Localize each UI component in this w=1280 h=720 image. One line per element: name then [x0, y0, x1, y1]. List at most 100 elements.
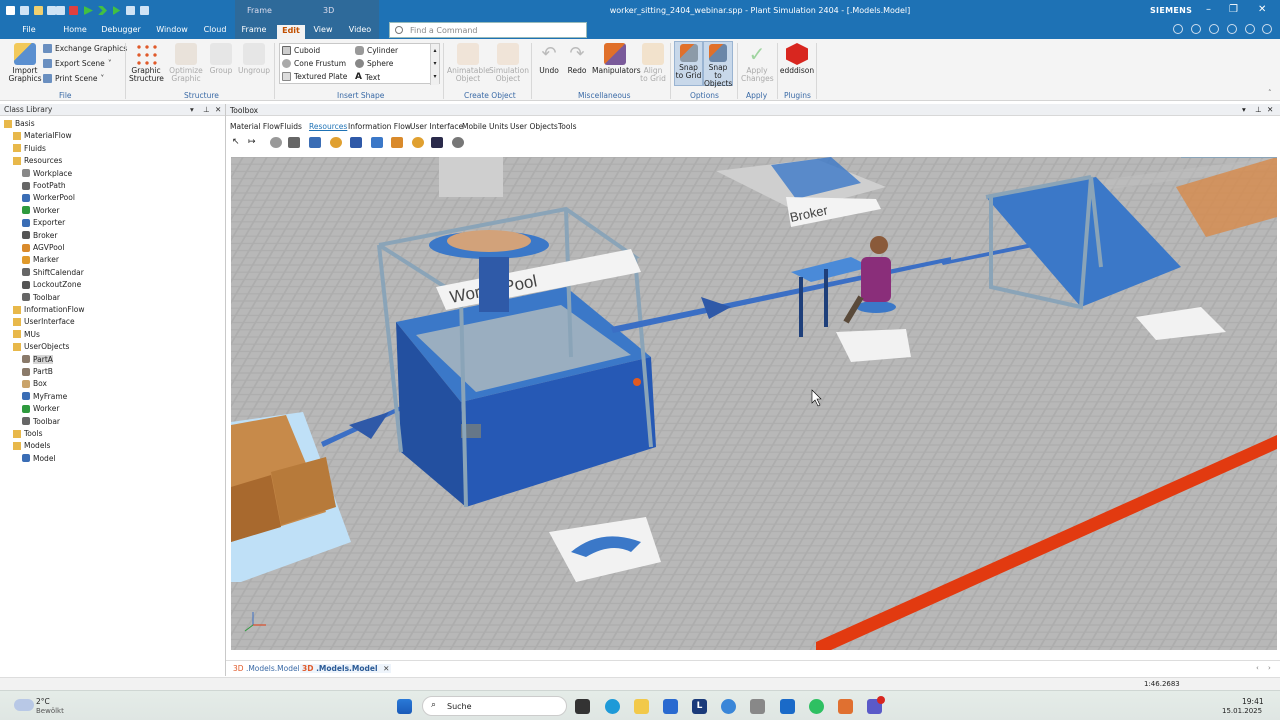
workplace-icon[interactable]: [270, 137, 282, 148]
tab-frame[interactable]: Frame: [239, 25, 269, 39]
edge-icon[interactable]: [605, 699, 620, 714]
text-button[interactable]: A Text: [355, 72, 380, 82]
user-icon[interactable]: [1245, 24, 1255, 34]
tree-folder[interactable]: Basis: [4, 119, 35, 128]
worker-icon[interactable]: [330, 137, 342, 148]
tree-item[interactable]: Worker: [22, 404, 59, 413]
gallery-scroll[interactable]: ▴ ▾ ▾: [430, 44, 439, 85]
settings-icon[interactable]: [1209, 24, 1219, 34]
import-graphics-button[interactable]: Import Graphics: [8, 43, 42, 83]
calculator-icon[interactable]: [750, 699, 765, 714]
toolbox-tab-mobile-units[interactable]: Mobile Units: [462, 122, 508, 131]
panel-dropdown-icon[interactable]: ▾: [190, 104, 194, 116]
tab-scroll-right-icon[interactable]: ›: [1268, 664, 1271, 672]
tree-item[interactable]: AGVPool: [22, 243, 64, 252]
panel-pin-icon[interactable]: ⊥: [1255, 105, 1262, 114]
toolbox-tab-resources[interactable]: Resources: [309, 122, 347, 131]
optimize-graphic-button[interactable]: Optimize Graphic: [169, 43, 203, 83]
cuboid-button[interactable]: Cuboid: [282, 46, 320, 55]
restore-icon[interactable]: ❐: [1229, 4, 1238, 15]
tree-folder[interactable]: MaterialFlow: [13, 131, 72, 140]
info-icon[interactable]: [1227, 24, 1237, 34]
marker-icon[interactable]: [412, 137, 424, 148]
panel-close-icon[interactable]: ✕: [1267, 105, 1273, 114]
tree-item[interactable]: Broker: [22, 231, 57, 240]
3d-viewport[interactable]: WorkerPool Broker: [231, 157, 1277, 650]
tree-item[interactable]: Toolbar: [22, 417, 60, 426]
weather-desc[interactable]: Bewölkt: [36, 707, 64, 715]
tree-item[interactable]: Model: [22, 454, 56, 463]
windows-start-icon[interactable]: [397, 699, 412, 714]
tree-item[interactable]: FootPath: [22, 181, 66, 190]
toolbox-tab-user-objects[interactable]: User Objects: [510, 122, 558, 131]
tree-item[interactable]: WorkerPool: [22, 193, 75, 202]
tree-item[interactable]: Toolbar: [22, 293, 60, 302]
pointer-icon[interactable]: ↖: [232, 137, 244, 148]
graphic-structure-button[interactable]: Graphic Structure: [129, 43, 164, 83]
outlook-icon[interactable]: [780, 699, 795, 714]
sync-icon[interactable]: [721, 699, 736, 714]
export-scene-button[interactable]: Export Scene ˅: [43, 59, 112, 68]
clock-time[interactable]: 19:41: [1242, 697, 1264, 706]
workerpool-icon[interactable]: [309, 137, 321, 148]
tree-folder[interactable]: Models: [13, 441, 50, 450]
group-button[interactable]: Group: [207, 43, 235, 75]
tab-video[interactable]: Video: [345, 25, 375, 39]
tab-debugger[interactable]: Debugger: [101, 25, 141, 39]
tree-item[interactable]: Workplace: [22, 169, 72, 178]
tree-item[interactable]: Exporter: [22, 218, 65, 227]
tree-item[interactable]: PartB: [22, 367, 53, 376]
task-view-icon[interactable]: [575, 699, 590, 714]
tree-folder[interactable]: Resources: [13, 156, 62, 165]
broker-icon[interactable]: [371, 137, 383, 148]
tree-folder[interactable]: UserInterface: [13, 317, 75, 326]
print-scene-button[interactable]: Print Scene ˅: [43, 74, 104, 83]
doc-tab-2[interactable]: 3D .Models.Model ✕: [300, 664, 392, 673]
redo-button[interactable]: ↷ Redo: [564, 43, 590, 75]
help-icon[interactable]: [1191, 24, 1201, 34]
panel-close-icon[interactable]: ✕: [215, 104, 221, 116]
tab-scroll-left-icon[interactable]: ‹: [1256, 664, 1259, 672]
agvpool-icon[interactable]: [391, 137, 403, 148]
panel-pin-icon[interactable]: ⊥: [203, 104, 210, 116]
tree-folder[interactable]: UserObjects: [13, 342, 69, 351]
plant-simulation-icon[interactable]: [838, 699, 853, 714]
tree-item[interactable]: Marker: [22, 255, 59, 264]
taskbar-search[interactable]: ⌕ Suche: [422, 696, 567, 716]
tree-item[interactable]: ShiftCalendar: [22, 268, 84, 277]
animatable-object-button[interactable]: Animatable Object: [447, 43, 490, 83]
tree-folder[interactable]: Fluids: [13, 144, 46, 153]
toolbox-tab-information-flow[interactable]: Information Flow: [348, 122, 411, 131]
ribbon-collapse-icon[interactable]: [1262, 24, 1272, 34]
close-tab-icon[interactable]: ✕: [383, 664, 389, 673]
cylinder-button[interactable]: Cylinder: [355, 46, 398, 55]
tree-item[interactable]: MyFrame: [22, 392, 67, 401]
apply-changes-button[interactable]: ✓ Apply Changes: [741, 43, 774, 83]
tab-home[interactable]: Home: [61, 25, 89, 39]
weather-temp[interactable]: 2°C: [36, 697, 50, 706]
shiftcalendar-icon[interactable]: [431, 137, 443, 148]
tree-item[interactable]: LockoutZone: [22, 280, 81, 289]
tab-cloud[interactable]: Cloud: [201, 25, 229, 39]
tree-item[interactable]: Box: [22, 379, 47, 388]
tree-folder[interactable]: Tools: [13, 429, 42, 438]
command-search-input[interactable]: Find a Command: [389, 22, 587, 38]
launcher-l-icon[interactable]: L: [692, 699, 707, 714]
textured-plate-button[interactable]: Textured Plate: [282, 72, 347, 81]
tab-file[interactable]: File: [18, 25, 40, 39]
panel-dropdown-icon[interactable]: ▾: [1242, 105, 1246, 114]
footpath-icon[interactable]: [288, 137, 300, 148]
toolbox-tab-material-flow[interactable]: Material Flow: [230, 122, 280, 131]
exchange-graphics-button[interactable]: Exchange Graphics: [43, 44, 127, 53]
close-icon[interactable]: ✕: [1258, 4, 1266, 15]
edddison-button[interactable]: edddison: [779, 43, 815, 75]
snap-to-grid-button[interactable]: Snap to Grid: [674, 41, 703, 86]
toolbox-tab-fluids[interactable]: Fluids: [280, 122, 302, 131]
file-explorer-icon[interactable]: [634, 699, 649, 714]
tree-folder[interactable]: InformationFlow: [13, 305, 85, 314]
layout-icon[interactable]: [1173, 24, 1183, 34]
3d-scene[interactable]: WorkerPool Broker: [231, 157, 1277, 650]
minimize-icon[interactable]: –: [1206, 4, 1211, 15]
cone-frustum-button[interactable]: Cone Frustum: [282, 59, 346, 68]
store-icon[interactable]: [663, 699, 678, 714]
